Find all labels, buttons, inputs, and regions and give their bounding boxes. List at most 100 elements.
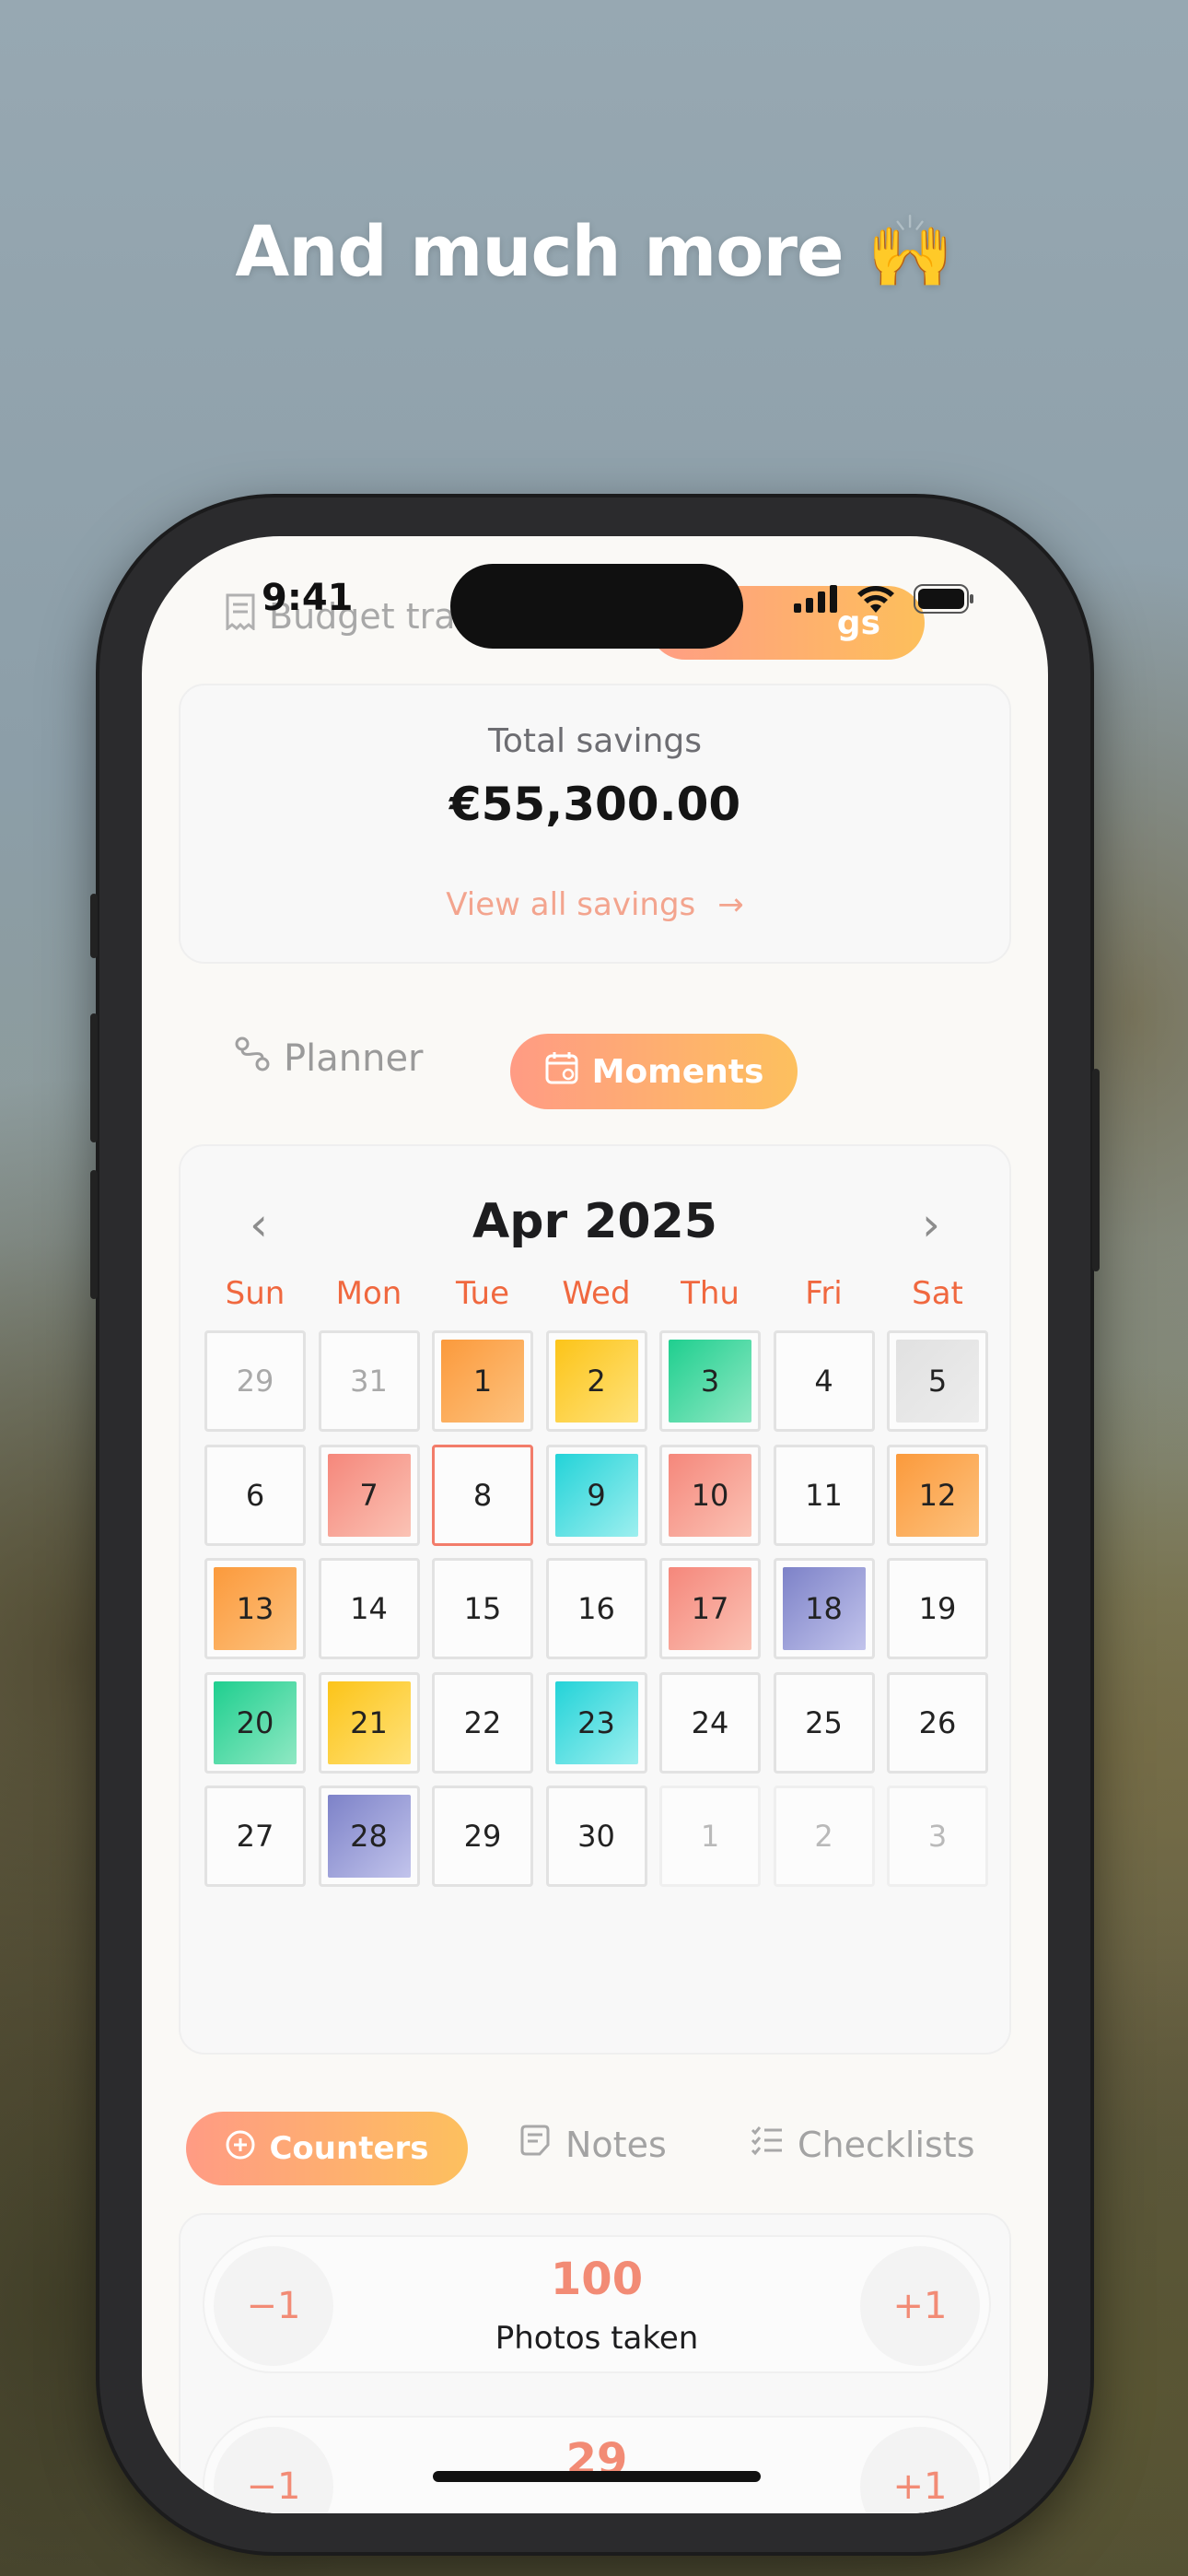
- weekday-label: Mon: [335, 1275, 402, 1312]
- calendar-day[interactable]: 1: [432, 1330, 533, 1432]
- calendar-day[interactable]: 3: [659, 1330, 761, 1432]
- calendar-day-number: 14: [350, 1591, 388, 1626]
- battery-icon: [914, 584, 974, 617]
- calendar-day[interactable]: 20: [204, 1671, 306, 1774]
- calendar-day[interactable]: 29: [204, 1330, 306, 1432]
- weekday-label: Thu: [681, 1275, 740, 1312]
- calendar-day[interactable]: 8: [432, 1444, 533, 1546]
- calendar-card: ‹ Apr 2025 › Sun Mon Tue Wed Thu Fri Sat…: [179, 1144, 1011, 2055]
- calendar-day[interactable]: 21: [318, 1671, 420, 1774]
- calendar-day[interactable]: 23: [545, 1671, 647, 1774]
- counters-card: −1 100 Photos taken +1 −1 29 +1: [179, 2213, 1011, 2513]
- checklist-icon: [750, 2123, 785, 2166]
- calendar-day-number: 28: [350, 1819, 388, 1854]
- tab-counters-label: Counters: [269, 2130, 429, 2167]
- calendar-day[interactable]: 2: [773, 1786, 875, 1887]
- calendar-day-number: 15: [463, 1591, 502, 1626]
- calendar-day-number: 29: [236, 1364, 274, 1399]
- calendar-day[interactable]: 17: [659, 1558, 761, 1659]
- status-time: 9:41: [262, 577, 354, 619]
- calendar-day[interactable]: 11: [773, 1444, 875, 1546]
- savings-title: Total savings: [487, 722, 703, 760]
- tab-planner[interactable]: Planner: [234, 1036, 424, 1082]
- tab-moments-label: Moments: [591, 1052, 764, 1091]
- calendar-grid: 29 31 1 2 3 4 5 6 7 8 9 10 11 12 13 14 15 16 17 18 19 20 21 22 2…: [204, 1330, 988, 1887]
- calendar-day[interactable]: 22: [432, 1671, 533, 1774]
- calendar-day[interactable]: 18: [773, 1558, 875, 1659]
- tab-checklists[interactable]: Checklists: [750, 2123, 975, 2166]
- calendar-day[interactable]: 1: [659, 1786, 761, 1887]
- note-icon: [518, 2123, 553, 2166]
- calendar-day[interactable]: 7: [318, 1444, 420, 1546]
- calendar-day-number: 16: [577, 1591, 615, 1626]
- tab-moments[interactable]: Moments: [510, 1034, 798, 1109]
- calendar-day-number: 17: [691, 1591, 729, 1626]
- calendar-day[interactable]: 14: [318, 1558, 420, 1659]
- calendar-day[interactable]: 4: [773, 1330, 875, 1432]
- signal-icon: [794, 585, 838, 616]
- tab-counters[interactable]: Counters: [186, 2112, 468, 2185]
- calendar-day[interactable]: 13: [204, 1558, 306, 1659]
- tab-planner-label: Planner: [284, 1037, 424, 1080]
- savings-amount: €55,300.00: [448, 778, 741, 831]
- calendar-day-number: 7: [359, 1477, 379, 1513]
- calendar-day-number: 20: [236, 1704, 274, 1740]
- tab-notes-label: Notes: [565, 2124, 667, 2165]
- phone-frame: 9:41 Budget tra gs Total savings €55,300…: [90, 498, 1100, 2552]
- calendar-day-number: 1: [700, 1819, 720, 1854]
- tab-checklists-label: Checklists: [798, 2124, 975, 2165]
- calendar-day-number: 1: [472, 1364, 493, 1399]
- calendar-day[interactable]: 10: [659, 1444, 761, 1546]
- increment-button[interactable]: +1: [860, 2246, 980, 2366]
- route-icon: [234, 1036, 271, 1082]
- weekday-label: Wed: [562, 1275, 631, 1312]
- calendar-day[interactable]: 3: [887, 1786, 988, 1887]
- calendar-day-number: 29: [463, 1819, 502, 1854]
- calendar-day-number: 31: [350, 1364, 388, 1399]
- calendar-day-number: 25: [805, 1704, 843, 1740]
- calendar-day[interactable]: 29: [432, 1786, 533, 1887]
- arrow-right-icon: →: [717, 886, 744, 923]
- calendar-day[interactable]: 12: [887, 1444, 988, 1546]
- calendar-day[interactable]: 19: [887, 1558, 988, 1659]
- calendar-day-number: 13: [236, 1591, 274, 1626]
- dynamic-island: [450, 564, 743, 649]
- calendar-day[interactable]: 28: [318, 1786, 420, 1887]
- volume-down-button: [90, 1170, 98, 1299]
- calendar-day-number: 12: [918, 1477, 957, 1513]
- calendar-icon: [544, 1050, 579, 1094]
- calendar-day[interactable]: 24: [659, 1671, 761, 1774]
- calendar-day-number: 6: [245, 1477, 265, 1513]
- calendar-day-number: 27: [236, 1819, 274, 1854]
- plus-circle-icon: [225, 2129, 256, 2169]
- calendar-day-number: 3: [927, 1819, 948, 1854]
- chevron-right-icon[interactable]: ›: [899, 1194, 963, 1259]
- calendar-day[interactable]: 5: [887, 1330, 988, 1432]
- calendar-day[interactable]: 31: [318, 1330, 420, 1432]
- calendar-day[interactable]: 25: [773, 1671, 875, 1774]
- calendar-header: ‹ Apr 2025 ›: [181, 1187, 1009, 1260]
- calendar-day[interactable]: 2: [545, 1330, 647, 1432]
- calendar-day[interactable]: 26: [887, 1671, 988, 1774]
- volume-up-button: [90, 1013, 98, 1142]
- view-all-savings-link[interactable]: View all savings →: [181, 886, 1009, 923]
- calendar-day-number: 24: [691, 1704, 729, 1740]
- calendar-day[interactable]: 15: [432, 1558, 533, 1659]
- calendar-day[interactable]: 27: [204, 1786, 306, 1887]
- calendar-day-number: 9: [587, 1477, 606, 1513]
- calendar-day-number: 26: [918, 1704, 957, 1740]
- calendar-day-number: 30: [577, 1819, 615, 1854]
- weekday-label: Sun: [225, 1275, 285, 1312]
- calendar-day[interactable]: 9: [545, 1444, 647, 1546]
- power-button: [1092, 1069, 1100, 1271]
- weekday-label: Tue: [455, 1275, 510, 1312]
- calendar-day-number: 3: [700, 1364, 720, 1399]
- calendar-day[interactable]: 16: [545, 1558, 647, 1659]
- weekday-label: Sat: [912, 1275, 963, 1312]
- receipt-icon: [225, 593, 256, 638]
- calendar-day[interactable]: 6: [204, 1444, 306, 1546]
- counter-photos-taken: −1 100 Photos taken +1: [203, 2235, 991, 2373]
- calendar-day[interactable]: 30: [545, 1786, 647, 1887]
- home-indicator: [433, 2471, 761, 2482]
- tab-notes[interactable]: Notes: [518, 2123, 667, 2166]
